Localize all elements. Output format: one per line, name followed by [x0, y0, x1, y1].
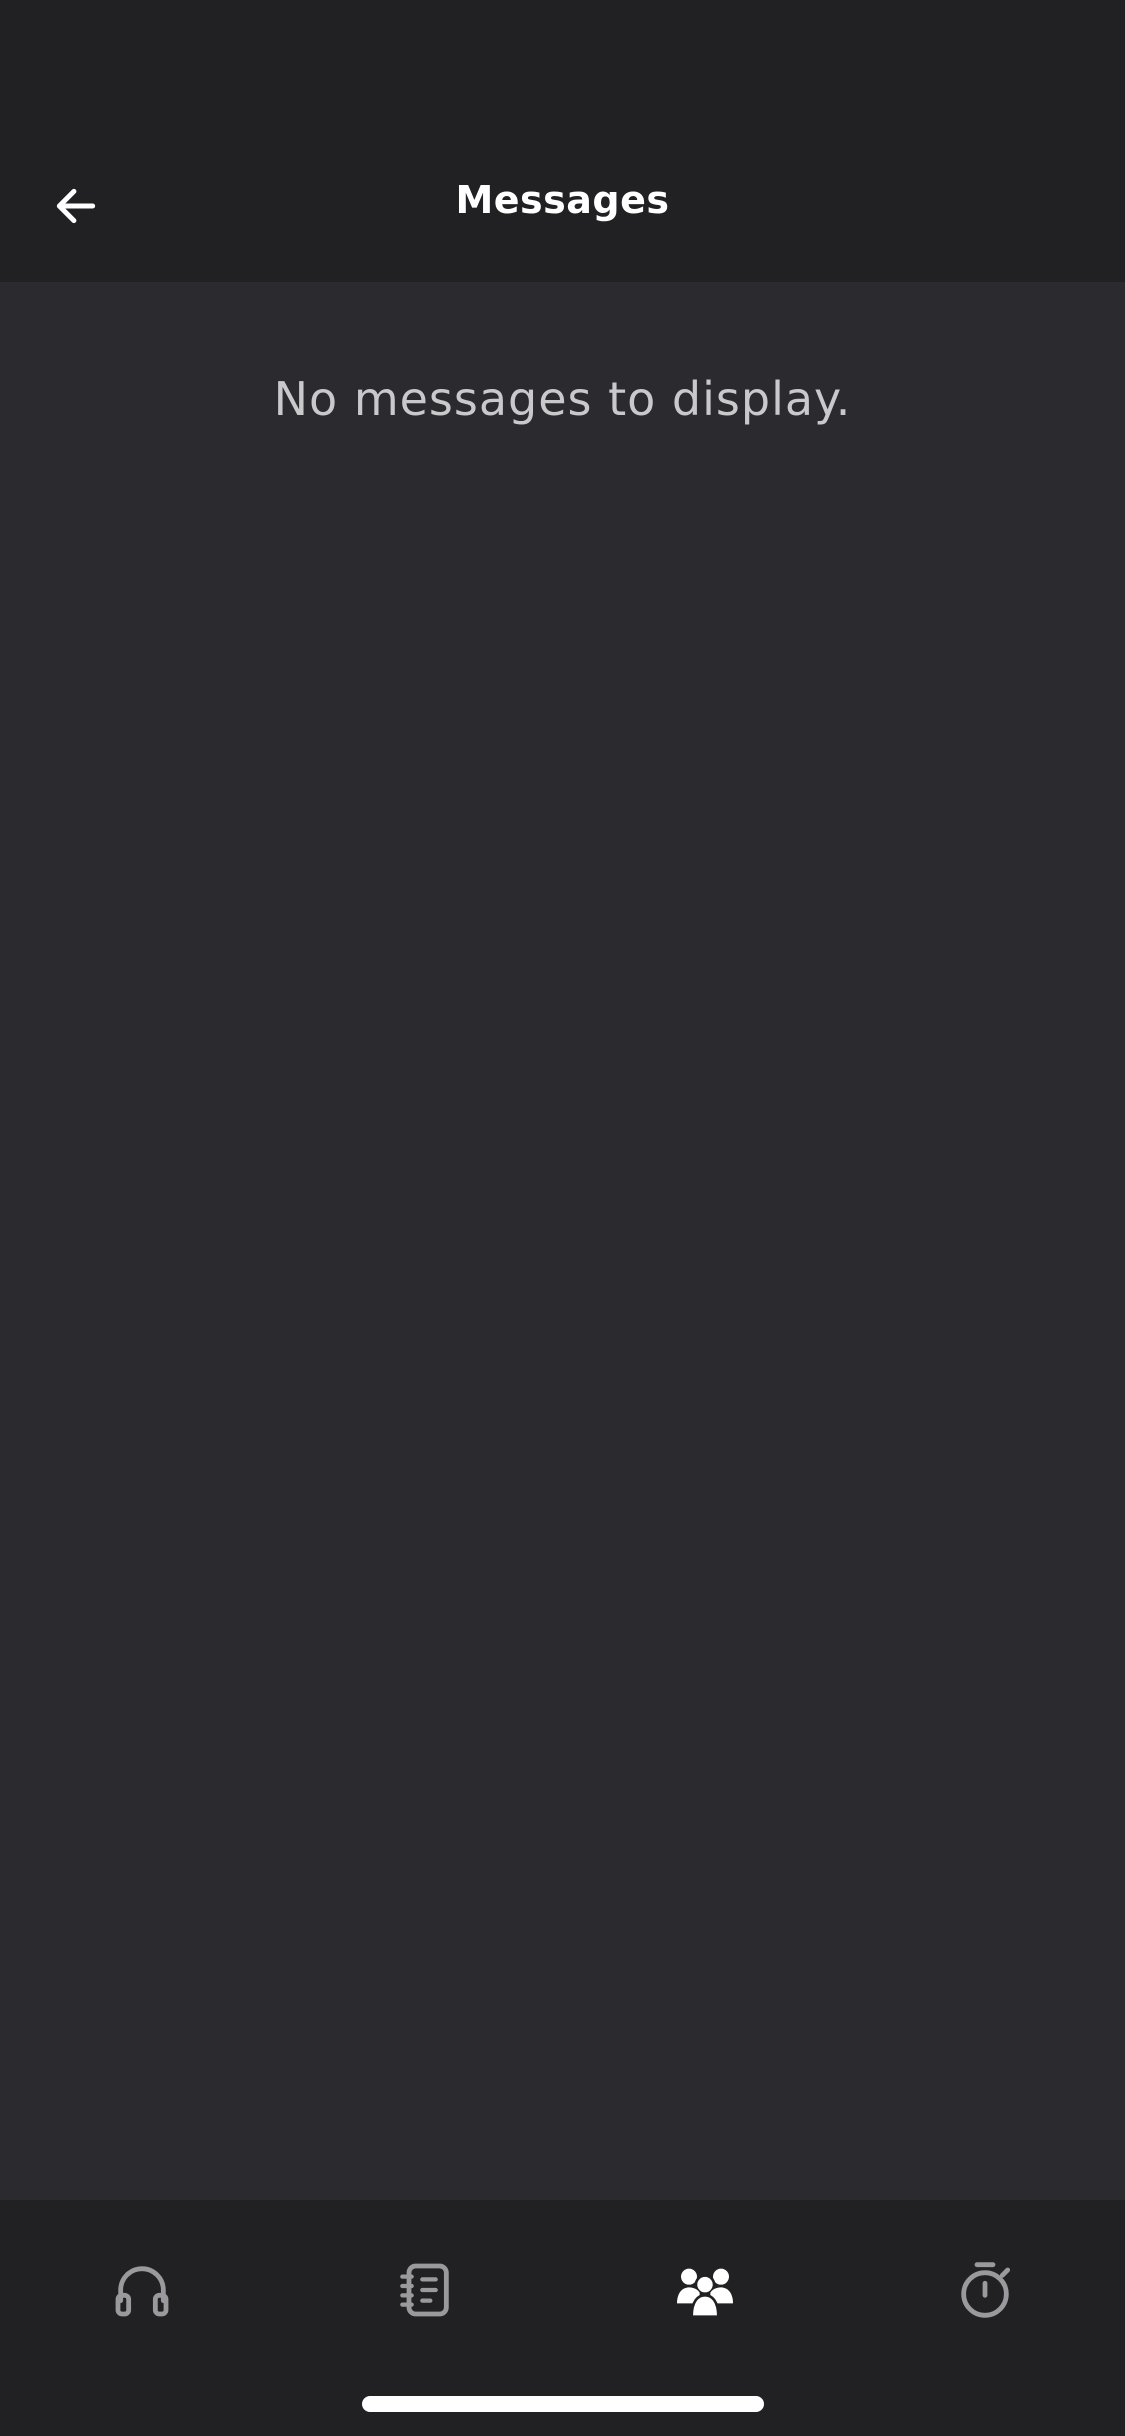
empty-state-message: No messages to display.	[273, 372, 852, 426]
stopwatch-icon	[961, 2262, 1011, 2318]
tab-journal[interactable]	[365, 2240, 485, 2340]
community-icon	[677, 2268, 733, 2318]
page-title: Messages	[455, 178, 670, 222]
tab-listen[interactable]	[82, 2240, 202, 2340]
notebook-icon	[400, 2263, 449, 2317]
tab-timer[interactable]	[925, 2240, 1045, 2340]
headphones-icon	[115, 2266, 169, 2317]
tab-community[interactable]	[645, 2240, 765, 2340]
top-app-bar: Messages	[0, 0, 1125, 282]
messages-screen: Messages No messages to display.	[0, 0, 1125, 2436]
home-indicator[interactable]	[362, 2396, 764, 2412]
